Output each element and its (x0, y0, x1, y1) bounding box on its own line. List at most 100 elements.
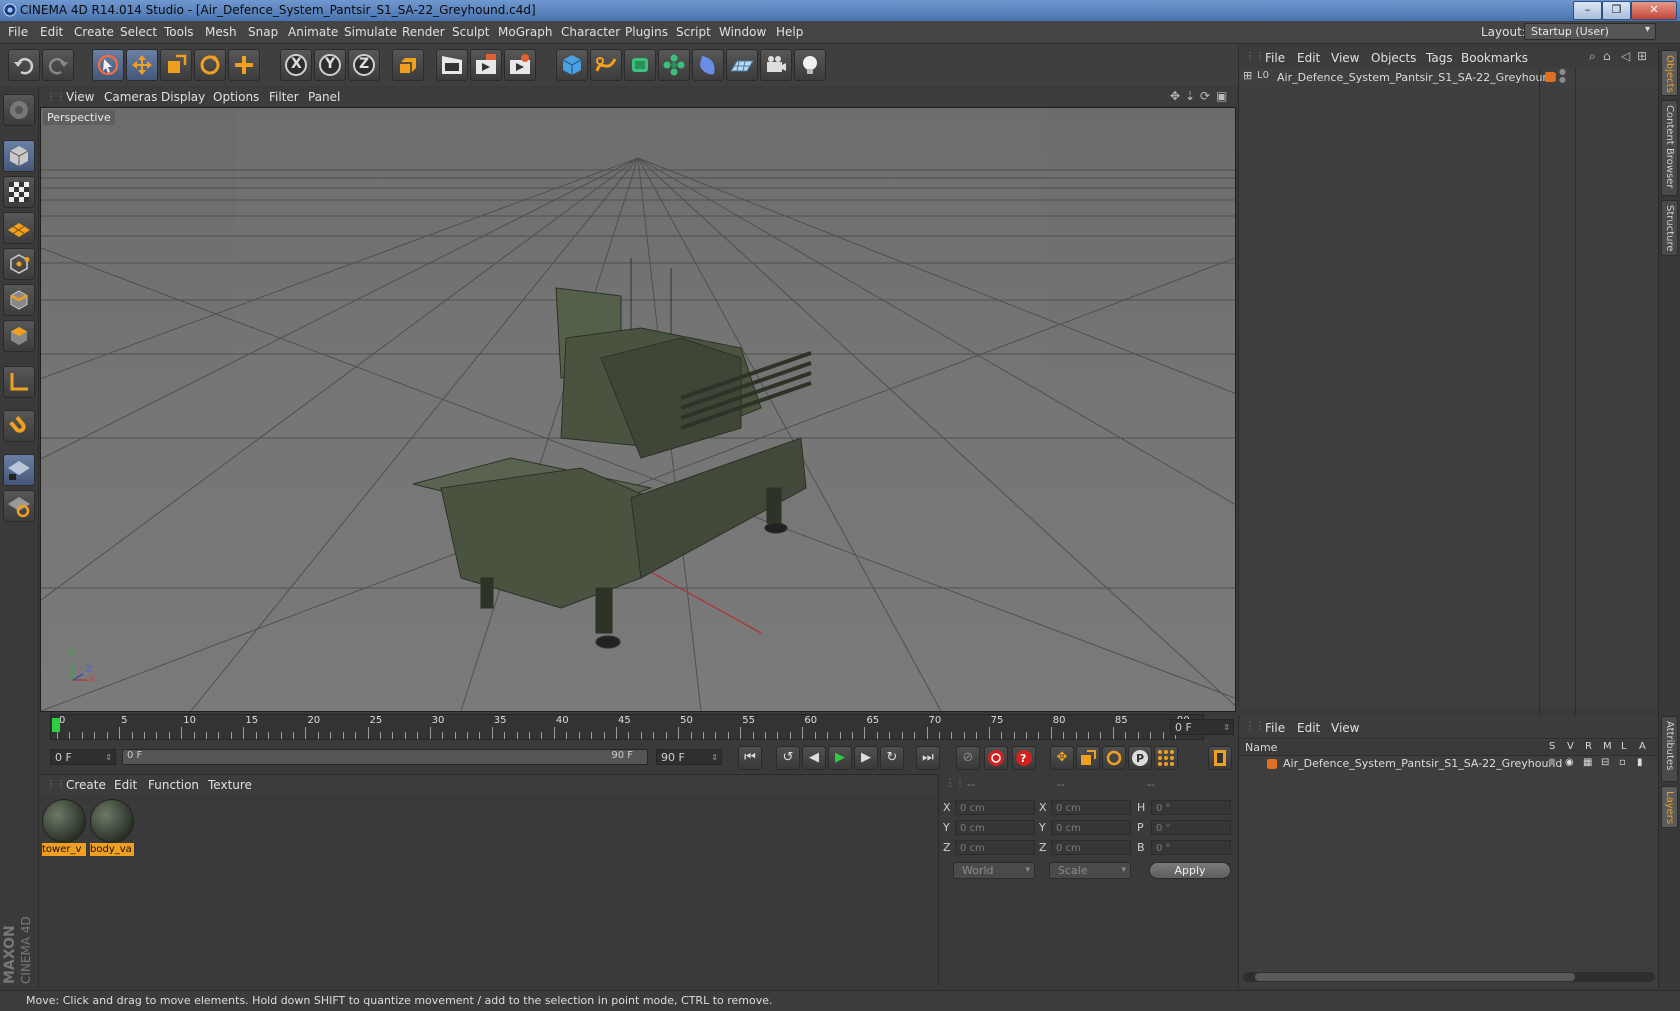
material-menu-edit[interactable]: Edit (114, 778, 137, 792)
menu-mograph[interactable]: MoGraph (498, 25, 553, 39)
minimize-button[interactable]: – (1573, 1, 1602, 20)
toggle-view-icon[interactable]: ▣ (1216, 89, 1227, 103)
texture-mode-button[interactable] (3, 176, 35, 208)
menu-help[interactable]: Help (776, 25, 803, 39)
column-solo[interactable]: S (1549, 741, 1555, 752)
stepper-icon[interactable]: ⇕ (711, 750, 718, 766)
coordinate-system-button[interactable] (392, 49, 424, 81)
next-key-button[interactable]: ↻ (880, 746, 904, 770)
render-settings-button[interactable] (504, 49, 536, 81)
material-menu-texture[interactable]: Texture (208, 778, 252, 792)
material-menu-function[interactable]: Function (148, 778, 199, 792)
key-pla-button[interactable] (1154, 746, 1178, 770)
menu-edit[interactable]: Edit (40, 25, 63, 39)
menu-render[interactable]: Render (402, 25, 445, 39)
move-view-icon[interactable]: ✥ (1170, 89, 1180, 103)
animation-toggle-icon[interactable]: ▮ (1637, 757, 1643, 768)
tab-content-browser[interactable]: Content Browser (1661, 100, 1678, 196)
array-button[interactable] (658, 49, 690, 81)
layer-name[interactable]: Air_Defence_System_Pantsir_S1_SA-22_Grey… (1283, 757, 1562, 770)
search-icon[interactable]: ⌕ (1589, 49, 1596, 64)
autokey-off-button[interactable]: ⊘ (956, 746, 980, 770)
menu-script[interactable]: Script (676, 25, 711, 39)
maximize-button[interactable]: ❐ (1602, 1, 1631, 20)
viewport-perspective[interactable]: Perspective Y Z X (40, 107, 1236, 712)
edges-mode-button[interactable] (3, 284, 35, 316)
layout-dropdown[interactable]: Startup (User) ▾ (1524, 23, 1656, 40)
viewport-menu-filter[interactable]: Filter (269, 90, 299, 104)
snapping-magnet-button[interactable] (3, 410, 35, 442)
timeline-button[interactable] (1208, 746, 1232, 770)
menu-simulate[interactable]: Simulate (344, 25, 397, 39)
object-menu-edit[interactable]: Edit (1297, 51, 1320, 65)
workplane-mode-button[interactable] (3, 212, 35, 244)
tab-structure[interactable]: Structure (1661, 200, 1678, 256)
spline-button[interactable] (590, 49, 622, 81)
move-button[interactable] (126, 49, 158, 81)
cube-button[interactable] (556, 49, 588, 81)
menu-sculpt[interactable]: Sculpt (452, 25, 489, 39)
scale-button[interactable] (160, 49, 192, 81)
object-menu-tags[interactable]: Tags (1426, 51, 1453, 65)
menu-select[interactable]: Select (120, 25, 157, 39)
menu-character[interactable]: Character (561, 25, 620, 39)
pos-x-field[interactable]: 0 cm (955, 800, 1035, 815)
light-button[interactable] (794, 49, 826, 81)
tab-attributes[interactable]: Attributes (1661, 716, 1678, 782)
menu-plugins[interactable]: Plugins (625, 25, 668, 39)
object-row[interactable]: ⊞ L0 Air_Defence_System_Pantsir_S1_SA-22… (1239, 68, 1659, 728)
pos-z-field[interactable]: 0 cm (955, 840, 1035, 855)
quantize-button[interactable] (3, 490, 35, 522)
key-param-button[interactable]: P (1128, 746, 1152, 770)
menu-create[interactable]: Create (74, 25, 114, 39)
x-axis-button[interactable]: X (280, 49, 312, 81)
column-manager[interactable]: M (1603, 741, 1612, 752)
go-to-end-button[interactable]: ⏭ (916, 746, 940, 770)
key-scale-button[interactable] (1076, 746, 1100, 770)
axis-mode-button[interactable] (3, 366, 35, 398)
stepper-icon[interactable]: ⇕ (105, 750, 112, 766)
visibility-dots-icon[interactable]: ● ● (1559, 68, 1566, 84)
layer-menu-file[interactable]: File (1265, 721, 1285, 735)
back-icon[interactable]: ◁ (1621, 49, 1630, 63)
playhead[interactable] (52, 718, 60, 732)
solo-toggle-icon[interactable]: ● (1548, 757, 1556, 767)
make-editable-button[interactable] (3, 94, 35, 126)
menu-tools[interactable]: Tools (164, 25, 194, 39)
object-menu-bookmarks[interactable]: Bookmarks (1461, 51, 1528, 65)
material-swatch[interactable]: body_va (90, 799, 134, 857)
nurbs-button[interactable] (624, 49, 656, 81)
layer-color-swatch[interactable] (1545, 72, 1555, 82)
scrollbar-thumb[interactable] (1255, 973, 1575, 981)
home-icon[interactable]: ⌂ (1603, 49, 1611, 63)
layer-menu-view[interactable]: View (1331, 721, 1359, 735)
viewport-menu-display[interactable]: Display (161, 90, 205, 104)
column-name[interactable]: Name (1245, 741, 1277, 754)
y-axis-button[interactable]: Y (314, 49, 346, 81)
column-locked[interactable]: L (1621, 741, 1627, 752)
material-swatch[interactable]: tower_v (42, 799, 86, 857)
coordinate-space-dropdown[interactable]: World ▾ (953, 862, 1035, 879)
previous-frame-button[interactable]: ◀ (802, 746, 826, 770)
viewport-menu-panel[interactable]: Panel (308, 90, 340, 104)
end-frame-field[interactable]: 90 F ⇕ (656, 749, 722, 765)
object-name[interactable]: Air_Defence_System_Pantsir_S1_SA-22_Grey… (1277, 71, 1556, 84)
rotate-button[interactable] (194, 49, 226, 81)
menu-mesh[interactable]: Mesh (205, 25, 237, 39)
rot-h-field[interactable]: 0 ° (1151, 800, 1231, 815)
apply-button[interactable]: Apply (1149, 862, 1231, 879)
object-menu-objects[interactable]: Objects (1371, 51, 1416, 65)
menu-animate[interactable]: Animate (288, 25, 338, 39)
menu-file[interactable]: File (8, 25, 28, 39)
render-picture-viewer-button[interactable] (470, 49, 502, 81)
render-toggle-icon[interactable]: ▦ (1583, 757, 1592, 768)
polygons-mode-button[interactable] (3, 320, 35, 352)
rot-b-field[interactable]: 0 ° (1151, 840, 1231, 855)
next-frame-button[interactable]: ▶ (854, 746, 878, 770)
add-object-button[interactable] (228, 49, 260, 81)
size-y-field[interactable]: 0 cm (1051, 820, 1131, 835)
viewport-label[interactable]: Perspective (43, 110, 115, 125)
manager-toggle-icon[interactable]: ⊟ (1601, 757, 1609, 768)
size-x-field[interactable]: 0 cm (1051, 800, 1131, 815)
live-selection-button[interactable] (92, 49, 124, 81)
